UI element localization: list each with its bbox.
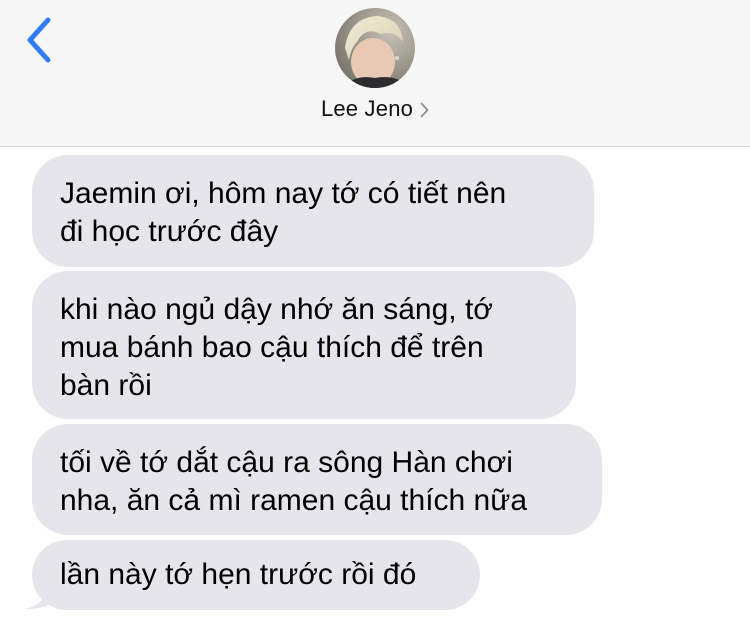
message-bubble[interactable]: lần này tớ hẹn trước rồi đó xyxy=(32,540,480,610)
chevron-right-icon xyxy=(420,102,429,118)
message-bubble[interactable]: khi nào ngủ dậy nhớ ăn sáng, tớ mua bánh… xyxy=(32,271,576,419)
chevron-left-icon xyxy=(27,17,51,63)
conversation-header: Lee Jeno xyxy=(0,0,750,147)
contact-name: Lee Jeno xyxy=(320,96,414,121)
message-bubble[interactable]: tối về tớ dắt cậu ra sông Hàn chơi nha, … xyxy=(32,424,602,535)
message-thread[interactable]: Jaemin ơi, hôm nay tớ có tiết nên đi học… xyxy=(0,147,750,638)
message-bubble[interactable]: Jaemin ơi, hôm nay tớ có tiết nên đi học… xyxy=(32,155,594,267)
contact-name-button[interactable]: Lee Jeno xyxy=(0,96,750,122)
avatar[interactable] xyxy=(335,8,415,88)
back-button[interactable] xyxy=(18,12,62,68)
